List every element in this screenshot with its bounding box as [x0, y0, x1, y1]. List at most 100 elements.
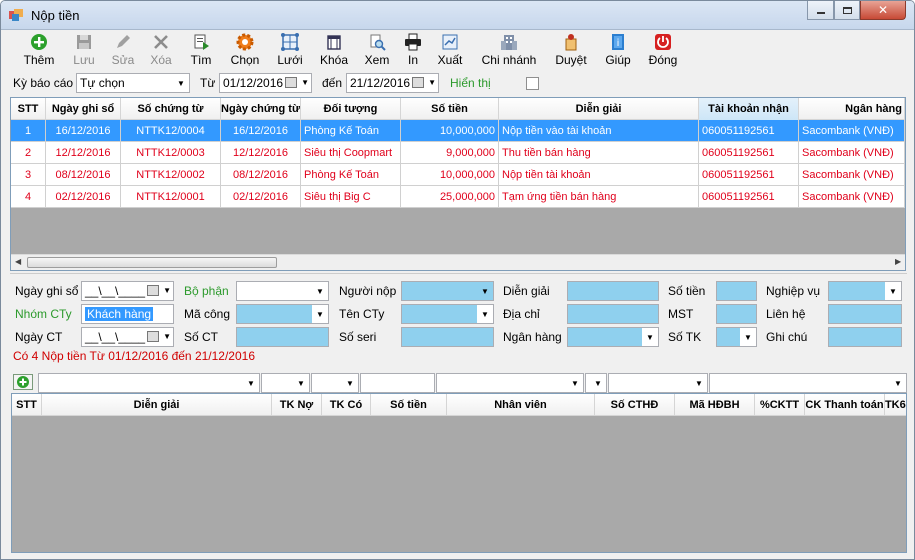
dia-chi-input[interactable] [567, 304, 659, 324]
nhom-cty-value: Khách hàng [85, 307, 154, 321]
toolbar: Thêm Lưu Sửa Xóa Tìm Chọn Lưới Khóa Xem In Xuất Chi… [1, 31, 914, 69]
chevron-down-icon: ▼ [163, 286, 171, 295]
scroll-left-icon[interactable]: ◀ [15, 257, 21, 266]
ngay-ct-picker[interactable]: __\__\____ ▼ [81, 327, 174, 347]
column-header[interactable]: Ngân hàng [799, 98, 905, 120]
calendar-icon [412, 77, 424, 88]
chevron-down-icon: ▼ [477, 305, 493, 323]
grid-icon [281, 33, 299, 51]
app-icon [9, 9, 23, 21]
detail-filter-so-cthd[interactable]: ▼ [585, 373, 607, 393]
lien-he-input[interactable] [828, 304, 902, 324]
chevron-down-icon: ▼ [740, 328, 756, 346]
table-row[interactable]: 4 02/12/2016 NTTK12/0001 02/12/2016 Siêu thị… [11, 186, 905, 208]
table-cell: Sacombank (VNĐ) [799, 186, 905, 207]
period-select[interactable]: Tự chọn ▼ [76, 73, 190, 93]
lock-icon [325, 33, 343, 51]
maximize-button[interactable] [834, 1, 860, 20]
dien-giai-input[interactable] [567, 281, 659, 301]
toolbar-button-power[interactable]: Đóng [633, 33, 693, 69]
column-header[interactable]: Đối tượng [301, 98, 401, 120]
ten-cty-select[interactable]: ▼ [401, 304, 494, 324]
main-grid-hscrollbar[interactable]: ◀ ▶ [11, 254, 905, 270]
chevron-down-icon: ▼ [301, 78, 309, 87]
chevron-down-icon: ▼ [312, 305, 328, 323]
column-header[interactable]: TK6418 [885, 394, 906, 416]
show-label: Hiển thị [450, 76, 491, 90]
table-cell: 25,000,000 [401, 186, 499, 207]
to-date-picker[interactable]: 21/12/2016 ▼ [346, 73, 439, 93]
column-header[interactable]: STT [11, 98, 46, 120]
minimize-button[interactable] [807, 1, 834, 20]
table-row[interactable]: 1 16/12/2016 NTTK12/0004 16/12/2016 Phòng Kế… [11, 120, 905, 142]
table-cell: Sacombank (VNĐ) [799, 120, 905, 141]
detail-filter-ck[interactable]: ▼ [709, 373, 907, 393]
column-header[interactable]: TK Nợ [272, 394, 322, 416]
save-icon [75, 33, 93, 51]
column-header[interactable]: Số chứng từ [121, 98, 221, 120]
ngay-ct-value: __\__\____ [85, 330, 146, 344]
table-cell: Thu tiền bán hàng [499, 142, 699, 163]
detail-filter-tk-co[interactable]: ▼ [311, 373, 359, 393]
chevron-down-icon: ▼ [885, 282, 901, 300]
detail-filter-nhan-vien[interactable]: ▼ [436, 373, 584, 393]
main-grid: STT Ngày ghi sổ Số chứng từ Ngày chứng từ Đố… [10, 97, 906, 271]
column-header[interactable]: Ngày chứng từ [221, 98, 301, 120]
toolbar-button-label: Xuất [437, 53, 463, 67]
ten-cty-label: Tên CTy [339, 307, 385, 321]
scroll-right-icon[interactable]: ▶ [895, 257, 901, 266]
column-header[interactable]: Ngày ghi sổ [46, 98, 121, 120]
nguoi-nop-select[interactable]: ▼ [401, 281, 494, 301]
column-header[interactable]: Số tiền [371, 394, 447, 416]
toolbar-button-building[interactable]: Chi nhánh [479, 33, 539, 69]
column-header[interactable]: Nhân viên [447, 394, 595, 416]
nghiep-vu-select[interactable]: ▼ [828, 281, 902, 301]
table-cell: 02/12/2016 [221, 186, 301, 207]
table-row[interactable]: 3 08/12/2016 NTTK12/0002 08/12/2016 Phòng Kế… [11, 164, 905, 186]
column-header[interactable]: CK Thanh toán [805, 394, 885, 416]
column-header[interactable]: %CKTT [755, 394, 805, 416]
ma-cong-select[interactable]: ▼ [236, 304, 329, 324]
main-grid-header: STT Ngày ghi sổ Số chứng từ Ngày chứng từ Đố… [11, 98, 905, 120]
from-date-picker[interactable]: 01/12/2016 ▼ [219, 73, 312, 93]
chevron-down-icon: ▼ [695, 378, 703, 388]
table-cell: 060051192561 [699, 186, 799, 207]
ngay-ghi-so-picker[interactable]: __\__\____ ▼ [81, 281, 174, 301]
mst-label: MST [668, 307, 694, 321]
column-header[interactable]: Diễn giải [499, 98, 699, 120]
column-header[interactable]: Số CTHĐ [595, 394, 675, 416]
ngan-hang-select[interactable]: ▼ [567, 327, 659, 347]
so-tk-select[interactable]: ▼ [716, 327, 757, 347]
toolbar-button-export[interactable]: Xuất [420, 33, 480, 69]
add-detail-button[interactable] [13, 374, 33, 390]
scrollbar-thumb[interactable] [27, 257, 277, 268]
so-tien-input[interactable] [716, 281, 757, 301]
column-header[interactable]: TK Có [322, 394, 371, 416]
detail-filter-ma-hdbh[interactable]: ▼ [608, 373, 708, 393]
ghi-chu-input[interactable] [828, 327, 902, 347]
table-row[interactable]: 2 12/12/2016 NTTK12/0003 12/12/2016 Siêu thị… [11, 142, 905, 164]
lien-he-label: Liên hệ [766, 307, 806, 321]
toolbar-button-label: Xóa [150, 53, 172, 67]
detail-filter-dien-giai[interactable]: ▼ [38, 373, 260, 393]
so-ct-input[interactable] [236, 327, 329, 347]
table-cell: Tạm ứng tiền bán hàng [499, 186, 699, 207]
nhom-cty-select[interactable]: Khách hàng [81, 304, 174, 324]
column-header[interactable]: STT [12, 394, 42, 416]
table-cell: 10,000,000 [401, 164, 499, 185]
status-text: Có 4 Nộp tiền Từ 01/12/2016 đến 21/12/20… [13, 349, 255, 363]
so-seri-input[interactable] [401, 327, 494, 347]
detail-filter-so-tien[interactable] [360, 373, 435, 393]
column-header[interactable]: Mã HĐBH [675, 394, 755, 416]
bo-phan-select[interactable]: ▼ [236, 281, 329, 301]
close-button[interactable]: ✕ [860, 1, 906, 20]
column-header[interactable]: Số tiền [401, 98, 499, 120]
show-checkbox[interactable] [526, 77, 539, 90]
column-header[interactable]: Diễn giải [42, 394, 272, 416]
ngay-ghi-so-label: Ngày ghi sổ [15, 284, 79, 298]
mst-input[interactable] [716, 304, 757, 324]
column-header[interactable]: Tài khoản nhận [699, 98, 799, 120]
detail-filter-tk-no[interactable]: ▼ [261, 373, 310, 393]
close-icon: ✕ [877, 3, 889, 17]
delete-icon [152, 33, 170, 51]
